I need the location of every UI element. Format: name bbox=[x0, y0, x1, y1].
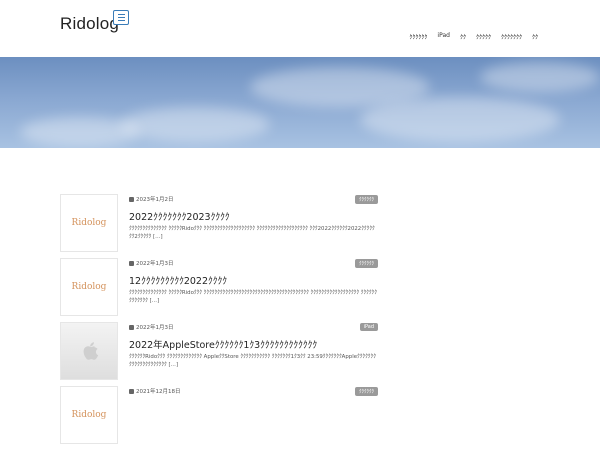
calendar-icon bbox=[129, 324, 134, 330]
post-excerpt: ｸｸｸｸｸｸｸｸｸｸｸｸｸｸ ｸｸｸｸｸRidoｸｸｸ ｸｸｸｸｸｸｸｸｸｸｸｸ… bbox=[129, 290, 377, 304]
menu-toggle-button[interactable] bbox=[113, 10, 129, 25]
nav-item-ipad[interactable]: iPad bbox=[437, 32, 450, 41]
list-item[interactable]: 2022年1月3日 iPad 2022年AppleStoreｸｸｸｸｸｸ1ｸ3ｸ… bbox=[60, 321, 378, 385]
site-header: Ridolog ｸｸｸｸｸｸ iPad ｸｸ ｸｸｸｸｸ ｸｸｸｸｸｸｸ ｸｸ bbox=[0, 0, 600, 57]
post-title[interactable]: 2022年AppleStoreｸｸｸｸｸｸ1ｸ3ｸｸｸｸｸｸｸｸｸｸｸｸ bbox=[129, 337, 317, 351]
post-thumbnail[interactable]: Ridolog bbox=[60, 258, 118, 316]
apple-logo-icon bbox=[83, 342, 99, 360]
post-title[interactable]: 12ｸｸｸｸｸｸｸｸｸ2022ｸｸｸｸ bbox=[129, 273, 227, 287]
site-logo[interactable]: Ridolog bbox=[60, 14, 119, 34]
hero-sky-banner bbox=[0, 57, 600, 148]
thumbnail-logo-text: Ridolog bbox=[71, 218, 107, 228]
calendar-icon bbox=[129, 196, 134, 202]
post-thumbnail[interactable]: Ridolog bbox=[60, 386, 118, 444]
thumbnail-logo-text: Ridolog bbox=[71, 282, 107, 292]
category-badge[interactable]: ｸｸｸｸｸｸ bbox=[354, 195, 378, 204]
category-badge[interactable]: ｸｸｸｸｸｸ bbox=[354, 259, 378, 268]
nav-item[interactable]: ｸｸｸｸｸｸ bbox=[409, 32, 427, 41]
post-excerpt: ｸｸｸｸｸｸRidoｸｸｸ ｸｸｸｸｸｸｸｸｸｸｸｸｸ AppleｸｸStore… bbox=[129, 354, 376, 368]
main-nav: ｸｸｸｸｸｸ iPad ｸｸ ｸｸｸｸｸ ｸｸｸｸｸｸｸ ｸｸ bbox=[409, 32, 538, 41]
list-item[interactable]: Ridolog 2022年1月3日 ｸｸｸｸｸｸ 12ｸｸｸｸｸｸｸｸｸ2022… bbox=[60, 257, 378, 321]
calendar-icon bbox=[129, 260, 134, 266]
nav-item[interactable]: ｸｸ bbox=[460, 32, 466, 41]
post-thumbnail[interactable] bbox=[60, 322, 118, 380]
post-excerpt: ｸｸｸｸｸｸｸｸｸｸｸｸｸｸ ｸｸｸｸｸRidoｸｸｸ ｸｸｸｸｸｸｸｸｸｸｸｸ… bbox=[129, 226, 375, 240]
category-badge[interactable]: iPad bbox=[359, 323, 378, 331]
nav-item[interactable]: ｸｸ bbox=[532, 32, 538, 41]
thumbnail-logo-text: Ridolog bbox=[71, 410, 107, 420]
list-item[interactable]: Ridolog 2023年1月2日 ｸｸｸｸｸｸ 2022ｸｸｸｸｸｸｸ2023… bbox=[60, 193, 378, 257]
post-title[interactable]: 2022ｸｸｸｸｸｸｸ2023ｸｸｸｸ bbox=[129, 209, 230, 223]
category-badge[interactable]: ｸｸｸｸｸｸ bbox=[354, 387, 378, 396]
post-list: Ridolog 2023年1月2日 ｸｸｸｸｸｸ 2022ｸｸｸｸｸｸｸ2023… bbox=[60, 193, 378, 449]
nav-item[interactable]: ｸｸｸｸｸ bbox=[476, 32, 491, 41]
list-item[interactable]: Ridolog 2021年12月18日 ｸｸｸｸｸｸ bbox=[60, 385, 378, 449]
post-date: 2022年1月3日 bbox=[129, 323, 174, 331]
post-date: 2021年12月18日 bbox=[129, 387, 181, 395]
calendar-icon bbox=[129, 388, 134, 394]
post-thumbnail[interactable]: Ridolog bbox=[60, 194, 118, 252]
post-date: 2023年1月2日 bbox=[129, 195, 174, 203]
nav-item[interactable]: ｸｸｸｸｸｸｸ bbox=[501, 32, 522, 41]
post-date: 2022年1月3日 bbox=[129, 259, 174, 267]
